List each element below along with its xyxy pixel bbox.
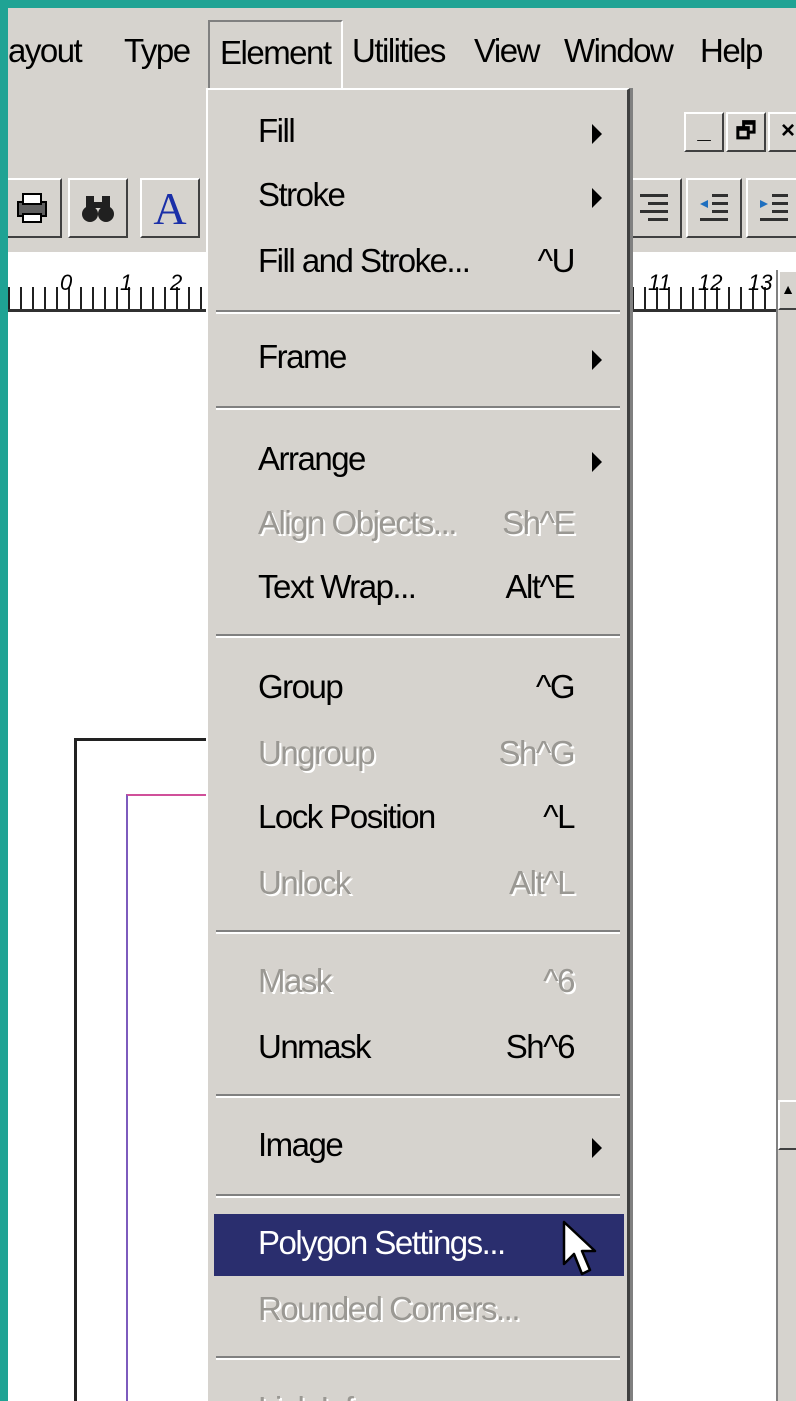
ruler-number: 1 — [120, 270, 133, 295]
menu-item-lock-position[interactable]: Lock Position ^L — [214, 788, 624, 850]
menu-item-label: Unmask — [258, 1028, 372, 1065]
menu-type[interactable]: Type — [124, 32, 191, 70]
menu-item-label: Text Wrap... — [258, 568, 417, 605]
menu-separator — [216, 1356, 620, 1360]
menu-window[interactable]: Window — [564, 32, 674, 70]
minimize-button[interactable]: _ — [684, 112, 724, 152]
menu-view[interactable]: View — [474, 32, 540, 70]
indent-icon — [760, 194, 788, 221]
mouse-pointer-icon — [562, 1220, 597, 1276]
menu-item-label: Lock Position — [258, 798, 436, 835]
menu-item-text-wrap[interactable]: Text Wrap... Alt^E — [214, 558, 624, 620]
submenu-arrow-icon — [592, 350, 602, 370]
menu-item-shortcut: ^6 — [543, 962, 575, 999]
menu-bar: ayout Type Element Utilities View Window… — [8, 8, 796, 96]
menu-item-label: Arrange — [258, 440, 366, 477]
menu-item-stroke[interactable]: Stroke — [214, 166, 624, 228]
menu-item-frame[interactable]: Frame — [214, 328, 624, 390]
menu-item-shortcut: ^G — [535, 668, 576, 705]
menu-item-fill[interactable]: Fill — [214, 102, 624, 164]
menu-item-arrange[interactable]: Arrange — [214, 430, 624, 492]
menu-item-shortcut: ^L — [543, 798, 575, 835]
menu-item-label: Align Objects... — [258, 504, 457, 541]
submenu-arrow-icon — [592, 188, 602, 208]
menu-separator — [216, 310, 620, 314]
menu-item-label: Stroke — [258, 176, 346, 213]
menu-item-label: Rounded Corners... — [258, 1290, 521, 1327]
scroll-up-icon[interactable]: ▲ — [778, 270, 796, 310]
element-menu: Fill Stroke Fill and Stroke... ^U Frame … — [206, 88, 630, 1401]
menu-help[interactable]: Help — [700, 32, 763, 70]
menu-item-shortcut: Alt^E — [505, 568, 575, 605]
text-tool-button[interactable]: A — [140, 178, 200, 238]
menu-item-mask: Mask ^6 — [214, 952, 624, 1014]
menu-item-shortcut: ^U — [537, 242, 576, 279]
menu-layout[interactable]: ayout — [8, 32, 83, 70]
window-frame-top — [0, 0, 796, 8]
print-button[interactable] — [2, 178, 62, 238]
menu-item-label: Fill — [258, 112, 296, 149]
menu-item-label: Frame — [258, 338, 347, 375]
menu-item-group[interactable]: Group ^G — [214, 658, 624, 720]
align-left-button[interactable] — [626, 178, 682, 238]
menu-item-label: Image — [258, 1126, 344, 1163]
menu-separator — [216, 406, 620, 410]
menu-item-shortcut: Sh^6 — [505, 1028, 576, 1065]
menu-item-fill-and-stroke[interactable]: Fill and Stroke... ^U — [214, 232, 624, 294]
menu-item-image[interactable]: Image — [214, 1116, 624, 1178]
restore-button[interactable]: 🗗 — [726, 112, 766, 152]
ruler-number: 2 — [170, 270, 183, 295]
menu-item-label: Mask — [258, 962, 332, 999]
menu-separator — [216, 1094, 620, 1098]
menu-item-shortcut: Sh^E — [502, 504, 575, 541]
indent-button[interactable] — [746, 178, 796, 238]
menu-item-label: Unlock — [258, 864, 351, 901]
menu-item-ungroup: Ungroup Sh^G — [214, 724, 624, 786]
menu-item-rounded-corners: Rounded Corners... — [214, 1280, 624, 1342]
close-button[interactable]: × — [768, 112, 796, 152]
align-lines-icon — [640, 194, 668, 221]
menu-item-unlock: Unlock Alt^L — [214, 854, 624, 916]
menu-item-label: Fill and Stroke... — [258, 242, 471, 279]
ruler-number: 11 — [648, 270, 671, 295]
ruler-number: 0 — [60, 270, 73, 295]
ruler-number: 13 — [748, 270, 773, 295]
menu-item-link-info: Link Info... — [214, 1380, 624, 1401]
menu-utilities[interactable]: Utilities — [352, 32, 446, 70]
scroll-thumb[interactable] — [778, 1100, 796, 1150]
vertical-scrollbar[interactable]: ▲ — [776, 270, 796, 1401]
menu-item-align-objects: Align Objects... Sh^E — [214, 494, 624, 556]
menu-element[interactable]: Element — [208, 20, 343, 96]
menu-item-shortcut: Alt^L — [509, 864, 575, 901]
find-button[interactable] — [68, 178, 128, 238]
menu-item-label: Group — [258, 668, 344, 705]
menu-separator — [216, 930, 620, 934]
menu-separator — [216, 634, 620, 638]
menu-item-label: Link Info... — [258, 1390, 394, 1401]
menu-item-label: Polygon Settings... — [258, 1224, 506, 1261]
binoculars-icon — [82, 196, 114, 222]
menu-item-label: Ungroup — [258, 734, 376, 771]
menu-item-unmask[interactable]: Unmask Sh^6 — [214, 1018, 624, 1080]
submenu-arrow-icon — [592, 124, 602, 144]
outdent-icon — [700, 194, 728, 221]
menu-item-shortcut: Sh^G — [498, 734, 575, 771]
ruler-number: 12 — [698, 270, 723, 295]
menu-separator — [216, 1194, 620, 1198]
printer-icon — [17, 193, 47, 223]
submenu-arrow-icon — [592, 1138, 602, 1158]
outdent-button[interactable] — [686, 178, 742, 238]
submenu-arrow-icon — [592, 452, 602, 472]
